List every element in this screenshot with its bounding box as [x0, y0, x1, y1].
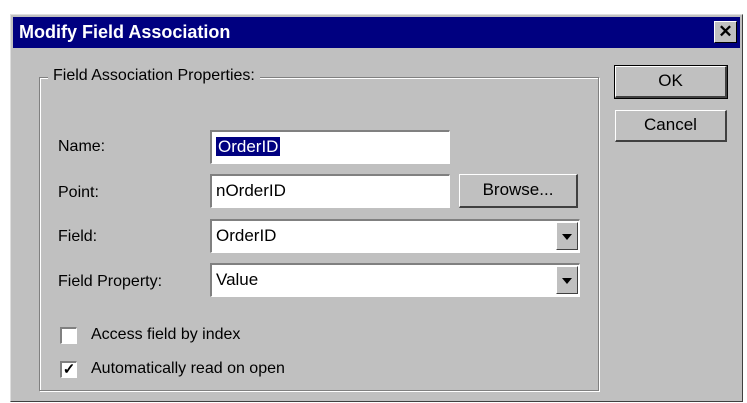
field-property-label: Field Property: — [58, 273, 163, 290]
ok-button[interactable]: OK — [614, 65, 728, 99]
field-property-dropdown[interactable]: Value — [210, 263, 580, 297]
dialog-title: Modify Field Association — [19, 22, 231, 42]
chevron-down-icon — [562, 234, 572, 240]
modify-field-association-dialog: Modify Field Association ✕ Field Associa… — [10, 14, 743, 402]
name-input[interactable]: OrderID — [210, 130, 450, 164]
cancel-button[interactable]: Cancel — [615, 110, 727, 142]
browse-button[interactable]: Browse... — [459, 174, 578, 208]
field-label: Field: — [58, 228, 98, 245]
field-property-value: Value — [216, 270, 259, 289]
close-button[interactable]: ✕ — [714, 21, 737, 43]
access-by-index-label: Access field by index — [91, 326, 241, 343]
auto-read-checkbox[interactable]: ✓ — [60, 361, 77, 378]
group-label: Field Association Properties: — [48, 67, 260, 85]
field-property-dropdown-button[interactable] — [556, 266, 578, 294]
close-icon: ✕ — [718, 22, 733, 41]
field-dropdown[interactable]: OrderID — [210, 219, 580, 253]
access-by-index-checkbox[interactable] — [60, 327, 77, 344]
point-value: nOrderID — [216, 181, 286, 200]
point-label: Point: — [58, 184, 99, 201]
name-value: OrderID — [216, 137, 281, 156]
field-value: OrderID — [216, 226, 277, 245]
point-input[interactable]: nOrderID — [210, 174, 450, 208]
name-label: Name: — [58, 138, 106, 155]
title-bar: Modify Field Association ✕ — [13, 17, 740, 48]
check-icon: ✓ — [62, 361, 76, 378]
auto-read-label: Automatically read on open — [91, 360, 285, 377]
chevron-down-icon — [562, 278, 572, 284]
field-association-properties-group: Field Association Properties: Name: Orde… — [39, 67, 599, 391]
field-dropdown-button[interactable] — [556, 222, 578, 250]
